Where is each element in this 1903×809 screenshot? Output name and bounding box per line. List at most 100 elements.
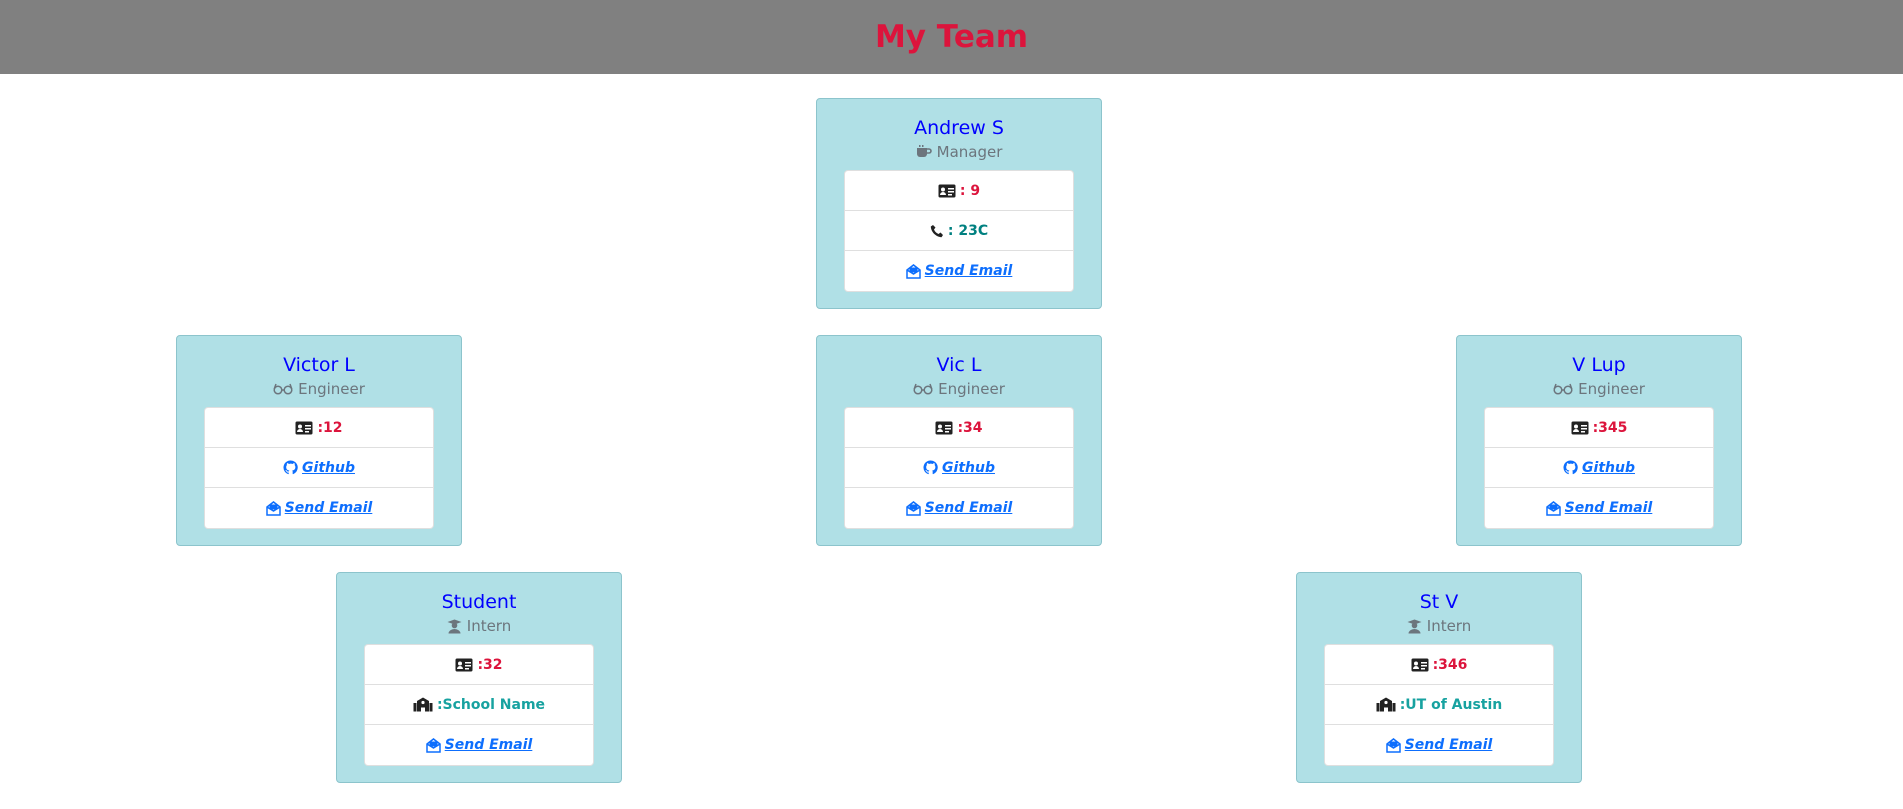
employee-name: V Lup xyxy=(1572,354,1626,376)
employee-role-label: Engineer xyxy=(1578,380,1645,398)
employee-name: Andrew S xyxy=(914,117,1004,139)
intern-card: St V Intern :346 :UT of Austin Send Emai… xyxy=(1296,572,1582,783)
page-header: My Team xyxy=(0,0,1903,74)
employee-role-label: Manager xyxy=(936,143,1003,161)
send-email-link[interactable]: Send Email xyxy=(1545,500,1653,516)
send-email-label[interactable]: Send Email xyxy=(285,500,373,516)
github-link[interactable]: Github xyxy=(1563,460,1635,476)
send-email-link[interactable]: Send Email xyxy=(265,500,373,516)
employee-role-label: Intern xyxy=(1426,617,1472,635)
employee-role-label: Engineer xyxy=(938,380,1005,398)
github-icon xyxy=(1563,460,1578,475)
employee-role: Engineer xyxy=(817,379,1101,399)
graduate-icon xyxy=(1407,619,1422,634)
employee-name: Student xyxy=(441,591,517,613)
employee-role: Engineer xyxy=(177,379,461,399)
manager-card: Andrew S Manager : 9 : 23C Send Email xyxy=(816,98,1102,309)
envelope-open-icon xyxy=(1385,737,1401,753)
employee-id-value: :345 xyxy=(1592,419,1628,436)
email-row: Send Email xyxy=(365,725,593,765)
send-email-label[interactable]: Send Email xyxy=(1565,500,1653,516)
phone-icon xyxy=(930,224,944,238)
github-label[interactable]: Github xyxy=(302,460,355,476)
github-link[interactable]: Github xyxy=(923,460,995,476)
employee-details: :34 Github Send Email xyxy=(844,407,1074,529)
id-card-icon xyxy=(1571,421,1589,435)
envelope-open-icon xyxy=(425,737,441,753)
send-email-label[interactable]: Send Email xyxy=(1405,737,1493,753)
graduate-icon xyxy=(447,619,462,634)
employee-role-label: Engineer xyxy=(298,380,365,398)
school-icon xyxy=(413,697,433,712)
engineer-card: V Lup Engineer :345 Github Send Email xyxy=(1456,335,1742,546)
employee-role: Engineer xyxy=(1457,379,1741,399)
id-card-icon xyxy=(938,184,956,198)
id-card-icon xyxy=(295,421,313,435)
github-link[interactable]: Github xyxy=(283,460,355,476)
github-icon xyxy=(923,460,938,475)
employee-details: : 9 : 23C Send Email xyxy=(844,170,1074,292)
employee-details: :346 :UT of Austin Send Email xyxy=(1324,644,1554,766)
envelope-open-icon xyxy=(1545,500,1561,516)
id-card-icon xyxy=(455,658,473,672)
employee-id-row: : 9 xyxy=(845,171,1073,211)
school-row: :School Name xyxy=(365,685,593,725)
employee-role: Manager xyxy=(817,142,1101,162)
send-email-label[interactable]: Send Email xyxy=(445,737,533,753)
employee-details: :32 :School Name Send Email xyxy=(364,644,594,766)
employee-name: St V xyxy=(1419,591,1459,613)
send-email-label[interactable]: Send Email xyxy=(925,500,1013,516)
engineer-card: Vic L Engineer :34 Github Send Email xyxy=(816,335,1102,546)
github-row: Github xyxy=(205,448,433,488)
email-row: Send Email xyxy=(845,251,1073,291)
send-email-label[interactable]: Send Email xyxy=(925,263,1013,279)
email-row: Send Email xyxy=(845,488,1073,528)
employee-id-row: :346 xyxy=(1325,645,1553,685)
glasses-icon xyxy=(1553,383,1573,395)
send-email-link[interactable]: Send Email xyxy=(905,500,1013,516)
employee-id-value: :34 xyxy=(957,419,983,436)
school-row: :UT of Austin xyxy=(1325,685,1553,725)
github-label[interactable]: Github xyxy=(1582,460,1635,476)
office-number-row: : 23C xyxy=(845,211,1073,251)
school-icon xyxy=(1376,697,1396,712)
page-title: My Team xyxy=(874,19,1029,55)
email-row: Send Email xyxy=(1325,725,1553,765)
send-email-link[interactable]: Send Email xyxy=(905,263,1013,279)
school-value: :School Name xyxy=(436,696,546,713)
send-email-link[interactable]: Send Email xyxy=(1385,737,1493,753)
employee-role: Intern xyxy=(337,616,621,636)
employee-id-value: :32 xyxy=(477,656,503,673)
office-number-value: : 23C xyxy=(947,222,989,239)
envelope-open-icon xyxy=(905,500,921,516)
employee-id-row: :34 xyxy=(845,408,1073,448)
employee-id-value: : 9 xyxy=(959,182,981,199)
github-row: Github xyxy=(845,448,1073,488)
employee-name: Vic L xyxy=(936,354,982,376)
employee-id-row: :32 xyxy=(365,645,593,685)
id-card-icon xyxy=(1411,658,1429,672)
glasses-icon xyxy=(913,383,933,395)
employee-details: :12 Github Send Email xyxy=(204,407,434,529)
email-row: Send Email xyxy=(1485,488,1713,528)
id-card-icon xyxy=(935,421,953,435)
github-label[interactable]: Github xyxy=(942,460,995,476)
envelope-open-icon xyxy=(905,263,921,279)
github-icon xyxy=(283,460,298,475)
employee-role: Intern xyxy=(1297,616,1581,636)
engineer-card: Victor L Engineer :12 Github Send Email xyxy=(176,335,462,546)
employee-id-row: :12 xyxy=(205,408,433,448)
employee-id-value: :346 xyxy=(1432,656,1468,673)
send-email-link[interactable]: Send Email xyxy=(425,737,533,753)
email-row: Send Email xyxy=(205,488,433,528)
glasses-icon xyxy=(273,383,293,395)
envelope-open-icon xyxy=(265,500,281,516)
employee-id-value: :12 xyxy=(317,419,343,436)
school-value: :UT of Austin xyxy=(1399,696,1503,713)
employee-role-label: Intern xyxy=(466,617,512,635)
coffee-icon xyxy=(916,145,932,159)
employee-name: Victor L xyxy=(283,354,355,376)
github-row: Github xyxy=(1485,448,1713,488)
employee-id-row: :345 xyxy=(1485,408,1713,448)
intern-card: Student Intern :32 :School Name Send Ema… xyxy=(336,572,622,783)
